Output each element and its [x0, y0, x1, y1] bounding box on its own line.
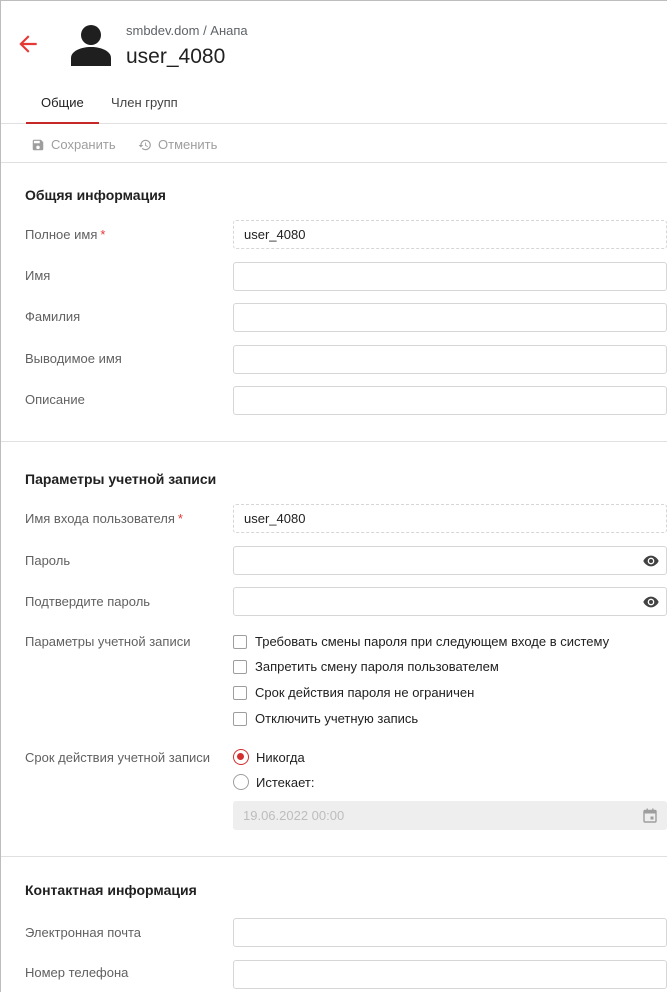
divider — [1, 856, 667, 857]
first-name-label: Имя — [25, 268, 51, 283]
radio-label: Истекает: — [256, 774, 315, 790]
checkbox-label: Запретить смену пароля пользователем — [255, 659, 499, 674]
eye-icon[interactable] — [643, 554, 659, 568]
tab-bar: Общие Член групп — [1, 93, 667, 124]
page-title: user_4080 — [126, 45, 226, 68]
radio-expires[interactable]: Истекает: — [233, 774, 314, 790]
account-expiry-label: Срок действия учетной записи — [25, 750, 211, 765]
radio-circle-selected[interactable] — [233, 749, 249, 765]
checkbox-label: Требовать смены пароля при следующем вхо… — [255, 634, 610, 649]
calendar-icon — [643, 808, 657, 823]
floppy-disk-icon — [32, 139, 44, 150]
toolbar: Сохранить Отменить — [1, 125, 667, 163]
last-name-label: Фамилия — [25, 309, 81, 324]
full-name-field[interactable]: user_4080 — [233, 220, 667, 249]
checkbox-box[interactable] — [233, 711, 247, 726]
display-name-label: Выводимое имя — [25, 351, 122, 366]
arrow-left-icon[interactable] — [15, 31, 41, 57]
password-field[interactable] — [233, 546, 667, 575]
checkbox-label: Срок действия пароля не ограничен — [255, 685, 475, 700]
checkbox-box[interactable] — [233, 685, 247, 700]
phone-label: Номер телефона — [25, 965, 129, 980]
save-button[interactable]: Сохранить — [31, 137, 116, 152]
password-label: Пароль — [25, 553, 71, 568]
account-options-label: Параметры учетной записи — [25, 634, 191, 649]
description-label: Описание — [25, 392, 85, 407]
required-mark: * — [100, 227, 106, 242]
section-title-general: Общяя информация — [25, 187, 166, 203]
user-edit-page: smbdev.dom / Анапа user_4080 Общие Член … — [0, 0, 667, 992]
full-name-label: Полное имя * — [25, 227, 106, 242]
display-name-field[interactable] — [233, 345, 667, 374]
tab-general[interactable]: Общие — [26, 95, 99, 124]
user-avatar-icon — [71, 25, 111, 66]
confirm-password-field[interactable] — [233, 587, 667, 616]
checkbox-deny-password-change[interactable]: Запретить смену пароля пользователем — [233, 659, 499, 674]
description-field[interactable] — [233, 386, 667, 415]
eye-icon[interactable] — [643, 595, 659, 609]
login-field[interactable]: user_4080 — [233, 504, 667, 533]
checkbox-require-password-change[interactable]: Требовать смены пароля при следующем вхо… — [233, 634, 609, 649]
checkbox-box[interactable] — [233, 659, 247, 674]
required-mark: * — [177, 511, 183, 526]
checkbox-label: Отключить учетную запись — [255, 711, 419, 726]
radio-never[interactable]: Никогда — [233, 749, 305, 765]
last-name-field[interactable] — [233, 303, 667, 332]
expiry-date-value: 19.06.2022 00:00 — [243, 808, 345, 823]
expiry-date-field: 19.06.2022 00:00 — [233, 801, 667, 830]
first-name-field[interactable] — [233, 262, 667, 291]
save-button-label: Сохранить — [51, 137, 116, 152]
cancel-button[interactable]: Отменить — [138, 137, 217, 152]
tab-group-membership[interactable]: Член групп — [111, 95, 178, 122]
phone-field[interactable] — [233, 960, 667, 989]
undo-icon — [138, 139, 151, 150]
email-field[interactable] — [233, 918, 667, 947]
radio-label: Никогда — [256, 749, 305, 765]
page-header: smbdev.dom / Анапа user_4080 — [1, 1, 667, 93]
checkbox-box[interactable] — [233, 634, 247, 649]
checkbox-password-never-expires[interactable]: Срок действия пароля не ограничен — [233, 685, 474, 700]
divider — [1, 441, 667, 442]
section-title-account: Параметры учетной записи — [25, 471, 217, 487]
radio-circle[interactable] — [233, 774, 249, 790]
cancel-button-label: Отменить — [158, 137, 218, 152]
checkbox-disable-account[interactable]: Отключить учетную запись — [233, 711, 418, 726]
login-label: Имя входа пользователя * — [25, 511, 183, 526]
confirm-password-label: Подтвердите пароль — [25, 594, 151, 609]
section-title-contact: Контактная информация — [25, 882, 197, 898]
email-label: Электронная почта — [25, 925, 142, 940]
breadcrumb[interactable]: smbdev.dom / Анапа — [126, 23, 248, 38]
